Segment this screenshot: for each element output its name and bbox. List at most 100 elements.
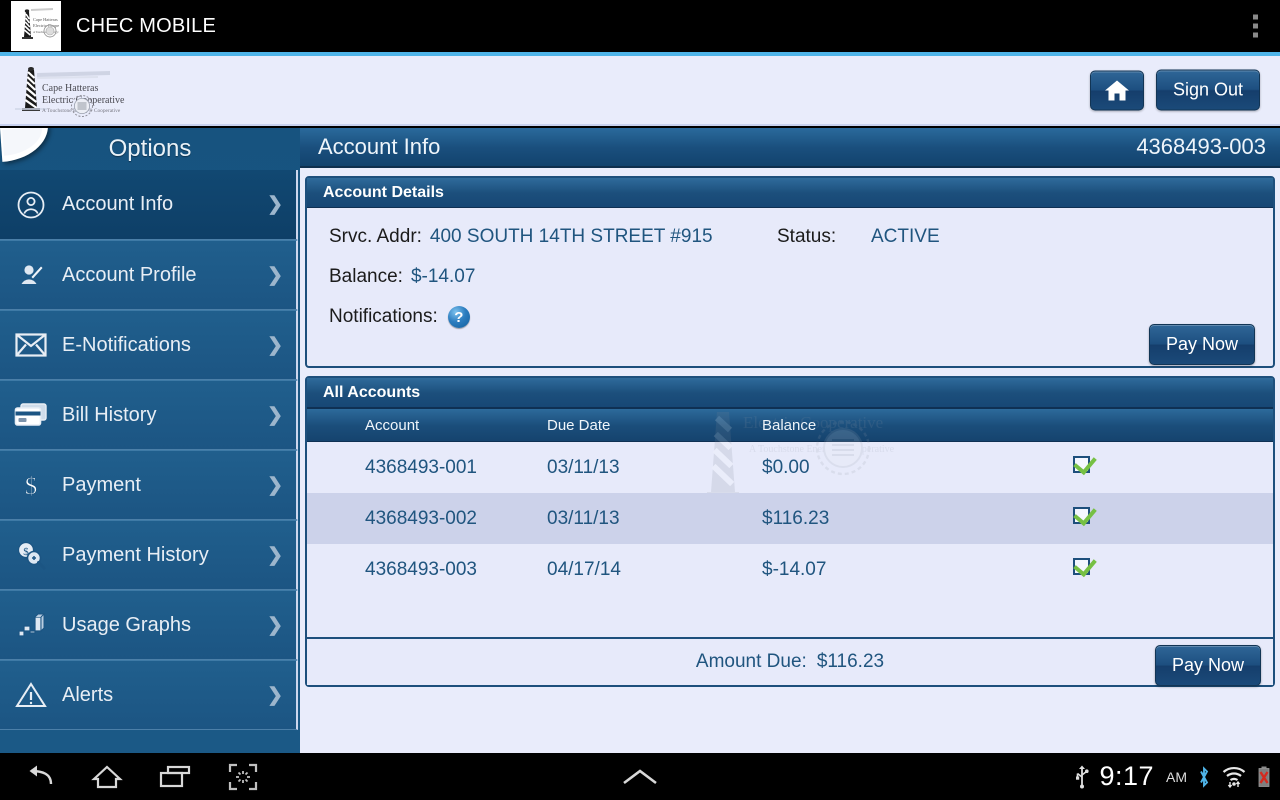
sidebar-item-account-info[interactable]: Account Info ❯ — [0, 170, 298, 240]
service-address-value: 400 SOUTH 14TH STREET #915 — [429, 226, 713, 247]
sidebar-item-label: Bill History — [62, 403, 157, 426]
chevron-up-icon[interactable] — [618, 765, 662, 789]
status-row: Status: ACTIVE — [777, 226, 940, 248]
table-row[interactable]: 4368493-001 03/11/13 $0.00 — [307, 442, 1273, 493]
chevron-right-icon: ❯ — [267, 404, 283, 426]
svg-text:$: $ — [25, 473, 38, 500]
svg-text:Cape Hatteras: Cape Hatteras — [42, 83, 98, 94]
balance-value: $-14.07 — [410, 266, 476, 287]
sidebar-item-label: Alerts — [62, 683, 114, 706]
sidebar-item-label: Usage Graphs — [62, 613, 191, 636]
warning-triangle-icon — [0, 681, 62, 709]
cell-due-date: 04/17/14 — [547, 558, 621, 580]
main-content: Account Info 4368493-003 Account Details… — [300, 128, 1280, 753]
balance-row: Balance: $-14.07 — [329, 266, 1253, 288]
dollar-icon: $ — [0, 470, 62, 500]
app-title: CHEC MOBILE — [76, 14, 217, 37]
home-icon — [1104, 78, 1130, 102]
sidebar-item-payment-history[interactable]: $ Payment History ❯ — [0, 520, 298, 590]
status-ampm: AM — [1166, 768, 1187, 785]
cell-account: 4368493-002 — [365, 507, 477, 529]
table-footer: Amount Due: $116.23 Pay Now — [307, 637, 1273, 686]
header-actions: Sign Out — [1089, 69, 1260, 111]
chevron-right-icon: ❯ — [267, 614, 283, 636]
android-status-bar: 9:17 AM — [1074, 753, 1272, 800]
overflow-menu-icon[interactable] — [1253, 14, 1258, 38]
notifications-row: Notifications: ? — [329, 306, 1253, 328]
checkbox-checked-icon[interactable] — [1073, 507, 1090, 524]
cell-account: 4368493-003 — [365, 558, 477, 580]
chevron-right-icon: ❯ — [267, 194, 283, 215]
page-title: Account Info — [318, 134, 441, 159]
table-row[interactable]: 4368493-002 03/11/13 $116.23 — [307, 493, 1273, 544]
cell-balance: $-14.07 — [762, 558, 827, 580]
sidebar-item-label: Payment — [62, 473, 141, 496]
back-icon[interactable] — [22, 762, 56, 792]
site-header: Cape Hatteras Electric Cooperative A Tou… — [0, 56, 1280, 126]
cell-balance: $0.00 — [762, 456, 810, 478]
sidebar-item-payment[interactable]: $ Payment ❯ — [0, 450, 298, 520]
service-address-label: Srvc. Addr: — [329, 226, 422, 247]
android-title-bar: Cape Hatteras Electric Cooperative A Tou… — [0, 0, 1280, 52]
table-row[interactable]: 4368493-003 04/17/14 $-14.07 — [307, 544, 1273, 595]
money-search-icon: $ — [0, 540, 62, 570]
cell-due-date: 03/11/13 — [547, 456, 620, 478]
cell-select — [1073, 456, 1273, 479]
screen-capture-icon[interactable] — [226, 762, 260, 792]
svg-text:Cape Hatteras: Cape Hatteras — [33, 17, 58, 22]
sidebar-item-label: Account Info — [62, 193, 174, 215]
cell-balance: $116.23 — [762, 507, 830, 529]
home-button[interactable] — [1089, 70, 1144, 110]
home-icon[interactable] — [90, 762, 124, 792]
sidebar-item-account-profile[interactable]: Account Profile ❯ — [0, 240, 298, 310]
checkbox-checked-icon[interactable] — [1073, 558, 1090, 575]
user-circle-icon — [0, 190, 62, 220]
chevron-right-icon: ❯ — [267, 474, 283, 496]
chevron-right-icon: ❯ — [267, 684, 283, 706]
user-edit-icon — [0, 260, 62, 290]
sidebar-item-e-notifications[interactable]: E-Notifications ❯ — [0, 310, 298, 380]
column-header-account: Account — [365, 416, 420, 434]
table-body: Electric Cooperative A Touchstone Energy… — [307, 412, 1273, 637]
cell-select — [1073, 558, 1273, 581]
sidebar-item-label: E-Notifications — [62, 333, 191, 356]
sidebar-menu: Account Info ❯ Account Profile ❯ E-Notif… — [0, 170, 300, 730]
nav-buttons — [22, 762, 260, 792]
chevron-right-icon: ❯ — [267, 544, 283, 566]
chec-logo: Cape Hatteras Electric Cooperative A Tou… — [10, 64, 190, 120]
recent-apps-icon[interactable] — [158, 762, 192, 792]
checkbox-checked-icon[interactable] — [1073, 456, 1090, 473]
help-icon[interactable]: ? — [447, 306, 470, 328]
sidebar-item-usage-graphs[interactable]: Usage Graphs ❯ — [0, 590, 298, 660]
amount-due-value: $116.23 — [816, 651, 885, 672]
wifi-icon — [1221, 765, 1247, 789]
android-nav-bar: 9:17 AM — [0, 753, 1280, 800]
chevron-right-icon: ❯ — [267, 334, 283, 356]
sign-out-button[interactable]: Sign Out — [1155, 69, 1260, 111]
credit-cards-icon — [0, 402, 62, 428]
sidebar-item-label: Account Profile — [62, 263, 197, 286]
account-details-title: Account Details — [307, 178, 1273, 208]
page-account-number: 4368493-003 — [1136, 134, 1266, 159]
table-header-row: Account Due Date Balance — [307, 408, 1273, 442]
account-details-body: Srvc. Addr: 400 SOUTH 14TH STREET #915 S… — [307, 208, 1273, 420]
pay-now-button-details[interactable]: Pay Now — [1148, 324, 1255, 365]
screen-root: Cape Hatteras Electric Cooperative A Tou… — [0, 0, 1280, 800]
cell-due-date: 03/11/13 — [547, 507, 620, 529]
status-clock: 9:17 — [1099, 761, 1154, 791]
column-header-balance: Balance — [762, 416, 817, 434]
amount-due-label: Amount Due: — [695, 651, 807, 672]
envelope-icon — [0, 332, 62, 358]
sidebar-item-bill-history[interactable]: Bill History ❯ — [0, 380, 298, 450]
pay-now-button-footer[interactable]: Pay Now — [1154, 645, 1261, 686]
balance-label: Balance: — [329, 266, 403, 287]
all-accounts-title: All Accounts — [307, 378, 1273, 408]
page-header: Account Info 4368493-003 — [300, 128, 1280, 168]
sidebar-item-alerts[interactable]: Alerts ❯ — [0, 660, 298, 730]
all-accounts-panel: All Accounts Account Due Date Balance El… — [305, 376, 1275, 687]
status-label: Status: — [777, 226, 837, 247]
chevron-right-icon: ❯ — [267, 264, 283, 286]
cell-account: 4368493-001 — [365, 456, 477, 478]
status-value: ACTIVE — [871, 226, 940, 247]
bar-chart-icon — [0, 611, 62, 639]
